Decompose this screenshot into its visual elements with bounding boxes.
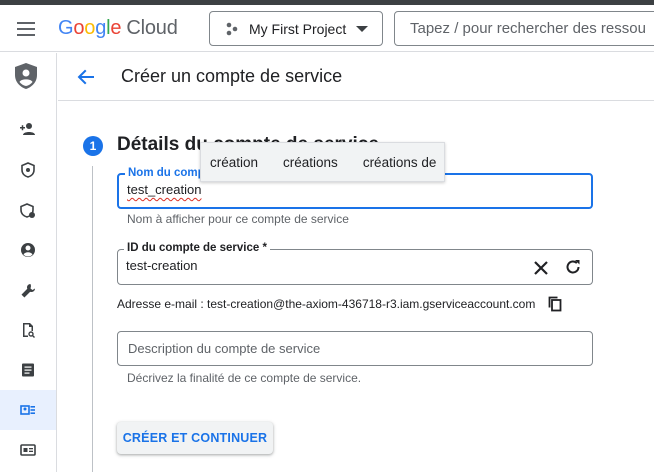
- sidebar: [0, 53, 57, 472]
- sidebar-item-security[interactable]: [0, 150, 56, 190]
- id-card-icon: [20, 444, 36, 456]
- sidebar-item-add-member[interactable]: [0, 109, 56, 149]
- search-input[interactable]: [395, 12, 645, 45]
- top-header: Google Cloud My First Project: [0, 5, 654, 52]
- sidebar-item-settings[interactable]: [0, 271, 56, 311]
- back-arrow-icon[interactable]: [75, 66, 97, 88]
- project-icon: [226, 22, 238, 36]
- sidebar-item-policies[interactable]: [0, 350, 56, 390]
- document-search-icon: [23, 323, 35, 338]
- sidebar-item-workload[interactable]: [0, 430, 56, 470]
- create-and-continue-button[interactable]: CRÉER ET CONTINUER: [117, 422, 273, 454]
- page-title: Créer un compte de service: [121, 66, 343, 86]
- service-account-id-label: ID du compte de service *: [124, 242, 270, 254]
- service-account-description-input[interactable]: Description du compte de service: [128, 341, 320, 356]
- service-account-id-field[interactable]: ID du compte de service * test-creation: [117, 242, 593, 285]
- menu-icon[interactable]: [17, 22, 37, 36]
- step-number-badge: 1: [83, 136, 103, 156]
- suggestion-item[interactable]: créations: [258, 155, 338, 170]
- autocorrect-suggestions: création créations créations de: [200, 142, 445, 182]
- project-selector[interactable]: My First Project: [209, 11, 383, 46]
- search-box[interactable]: [394, 11, 654, 46]
- iam-product-icon[interactable]: [0, 53, 57, 101]
- google-cloud-logo[interactable]: Google Cloud: [58, 17, 178, 40]
- copy-icon[interactable]: [546, 295, 564, 313]
- page-title-bar: Créer un compte de service: [58, 53, 654, 101]
- service-account-name-input[interactable]: test_creation: [127, 182, 201, 197]
- close-icon[interactable]: [532, 259, 550, 277]
- chevron-down-icon: [356, 26, 368, 32]
- wrench-icon: [21, 284, 35, 298]
- service-account-name-hint: Nom à afficher pour ce compte de service: [127, 212, 349, 226]
- person-add-icon: [20, 123, 35, 135]
- project-name: My First Project: [249, 21, 347, 37]
- shield-icon: [21, 162, 35, 178]
- suggestion-item[interactable]: création: [201, 155, 258, 170]
- sidebar-item-identity[interactable]: [0, 191, 56, 231]
- email-address-text: Adresse e-mail : test-creation@the-axiom…: [117, 297, 536, 311]
- step-connector-line: [92, 166, 93, 472]
- refresh-icon[interactable]: [564, 258, 582, 276]
- sidebar-item-audit[interactable]: [0, 310, 56, 350]
- account-circle-icon: [21, 243, 35, 257]
- sidebar-item-accounts[interactable]: [0, 230, 56, 270]
- service-account-description-field[interactable]: Description du compte de service: [117, 331, 593, 366]
- sidebar-item-service-accounts[interactable]: [0, 390, 56, 430]
- suggestion-item[interactable]: créations de: [338, 155, 437, 170]
- service-account-icon: [20, 405, 35, 415]
- service-account-description-hint: Décrivez la finalité de ce compte de ser…: [127, 371, 362, 385]
- shield-person-icon: [20, 203, 35, 218]
- service-account-id-input[interactable]: test-creation: [126, 258, 198, 273]
- list-document-icon: [22, 363, 34, 377]
